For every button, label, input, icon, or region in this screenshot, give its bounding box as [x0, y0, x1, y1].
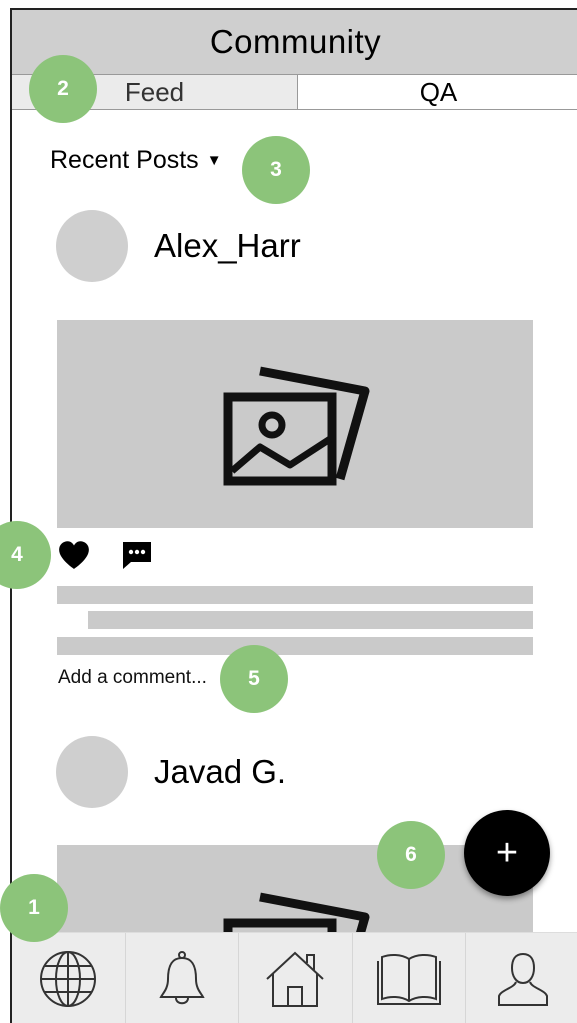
- annotation-marker-3: 3: [242, 136, 310, 204]
- sort-dropdown[interactable]: Recent Posts ▼: [50, 146, 222, 175]
- bell-icon: [159, 951, 205, 1005]
- comment-icon[interactable]: [121, 540, 153, 570]
- annotation-marker-2: 2: [29, 55, 97, 123]
- annotation-marker-1: 1: [0, 874, 68, 942]
- caption-placeholder-line: [57, 637, 533, 655]
- caption-placeholder-line: [57, 586, 533, 604]
- add-post-button[interactable]: +: [464, 810, 550, 896]
- username[interactable]: Alex_Harr: [154, 227, 301, 265]
- caption-placeholder-line: [88, 611, 533, 629]
- nav-profile[interactable]: [466, 933, 577, 1023]
- header: Community: [12, 10, 577, 74]
- post-image[interactable]: [57, 845, 533, 945]
- home-icon: [266, 951, 325, 1007]
- chevron-down-icon: ▼: [206, 152, 222, 169]
- nav-globe[interactable]: [12, 933, 126, 1023]
- nav-home[interactable]: [239, 933, 353, 1023]
- book-icon: [377, 953, 442, 1005]
- bottom-nav: [12, 932, 577, 1023]
- comment-input[interactable]: Add a comment...: [58, 667, 207, 689]
- globe-icon: [40, 951, 97, 1007]
- heart-icon[interactable]: [57, 540, 91, 570]
- post-image[interactable]: [57, 320, 533, 528]
- nav-library[interactable]: [353, 933, 467, 1023]
- profile-icon: [497, 952, 548, 1006]
- post-actions: [57, 540, 153, 570]
- nav-notifications[interactable]: [126, 933, 240, 1023]
- post-author[interactable]: Javad G.: [56, 736, 286, 808]
- tab-qa[interactable]: QA: [298, 75, 577, 109]
- sort-label: Recent Posts: [50, 146, 199, 174]
- username[interactable]: Javad G.: [154, 753, 286, 791]
- photos-icon: [223, 366, 370, 486]
- annotation-marker-6: 6: [377, 821, 445, 889]
- page-title: Community: [209, 23, 382, 60]
- avatar[interactable]: [56, 736, 128, 808]
- avatar[interactable]: [56, 210, 128, 282]
- annotation-marker-5: 5: [220, 645, 288, 713]
- post-author[interactable]: Alex_Harr: [56, 210, 301, 282]
